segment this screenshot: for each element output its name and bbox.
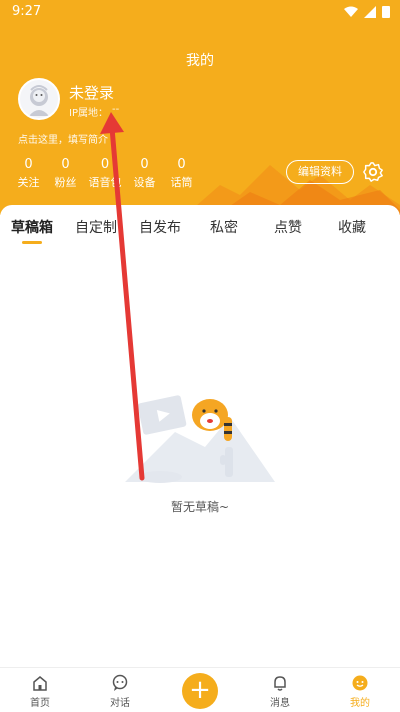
nav-label: 我的 <box>350 698 370 709</box>
empty-state-illustration <box>125 395 275 483</box>
profile-icon <box>352 675 368 691</box>
stat-value: 0 <box>177 157 186 172</box>
settings-gear-icon[interactable] <box>362 161 384 183</box>
edit-profile-button[interactable]: 编辑资料 <box>286 160 354 184</box>
tab-custom[interactable]: 自定制 <box>64 217 128 245</box>
nav-profile[interactable]: 我的 <box>320 668 400 712</box>
tab-favorites[interactable]: 收藏 <box>320 217 384 245</box>
nav-label: 消息 <box>270 698 290 709</box>
stat-value: 0 <box>24 157 33 172</box>
tab-likes[interactable]: 点赞 <box>256 217 320 245</box>
bio-prompt[interactable]: 点击这里，填写简介 <box>18 131 108 146</box>
nav-label: 对话 <box>110 698 130 709</box>
bell-icon <box>274 676 286 691</box>
signal-icon <box>364 5 376 18</box>
ip-label: IP属地： <box>69 108 108 119</box>
stat-value: 0 <box>100 157 110 172</box>
tab-label: 收藏 <box>338 220 366 236</box>
nav-messages[interactable]: 消息 <box>240 668 320 712</box>
stat-microphone[interactable]: 0 话筒 <box>163 157 200 190</box>
chat-icon <box>112 674 128 691</box>
empty-state-text: 暂无草稿~ <box>170 500 230 514</box>
battery-icon <box>382 6 390 18</box>
create-plus-button[interactable]: + <box>182 673 218 709</box>
stat-fans[interactable]: 0 粉丝 <box>47 157 84 190</box>
stat-label: 粉丝 <box>54 176 77 189</box>
tab-label: 草稿箱 <box>11 220 53 236</box>
content-card: 草稿箱 自定制 自发布 私密 点赞 收藏 暂无草稿~ <box>0 205 400 670</box>
tab-label: 私密 <box>210 220 238 236</box>
profile-header: 9:27 我的 未登录 IP属地： -- 点击这里，填写简介 0 关注 0 粉丝… <box>0 0 400 215</box>
tab-private[interactable]: 私密 <box>192 217 256 245</box>
tab-published[interactable]: 自发布 <box>128 217 192 245</box>
status-time: 9:27 <box>12 4 42 19</box>
home-icon <box>33 676 47 691</box>
nav-home[interactable]: 首页 <box>0 668 80 712</box>
stat-following[interactable]: 0 关注 <box>10 157 47 190</box>
tab-bar: 草稿箱 自定制 自发布 私密 点赞 收藏 <box>0 217 400 245</box>
ip-value: -- <box>111 104 120 115</box>
nav-label: 首页 <box>30 698 50 709</box>
username[interactable]: 未登录 <box>69 82 114 103</box>
tab-label: 点赞 <box>274 220 302 236</box>
stats-row: 0 关注 0 粉丝 0 语音包 0 设备 0 话筒 <box>10 157 200 190</box>
avatar[interactable] <box>18 78 60 120</box>
tab-label: 自定制 <box>75 220 117 236</box>
tab-drafts[interactable]: 草稿箱 <box>0 217 64 245</box>
default-avatar-icon <box>29 85 49 116</box>
ip-location: IP属地： -- <box>69 104 119 119</box>
wifi-icon <box>344 6 358 17</box>
stat-devices[interactable]: 0 设备 <box>126 157 163 190</box>
active-tab-indicator <box>22 241 42 244</box>
plus-icon: + <box>189 675 211 705</box>
stat-label: 关注 <box>17 176 40 189</box>
status-bar: 9:27 <box>0 0 400 24</box>
stat-label: 设备 <box>133 176 156 189</box>
stat-value: 0 <box>140 157 149 172</box>
stat-value: 0 <box>61 157 70 172</box>
nav-chat[interactable]: 对话 <box>80 668 160 712</box>
page-title: 我的 <box>186 53 214 69</box>
stat-label: 语音包 <box>88 176 122 189</box>
stat-voice-pack[interactable]: 0 语音包 <box>84 157 126 190</box>
status-icons <box>344 5 390 18</box>
stat-label: 话筒 <box>170 176 193 189</box>
tab-label: 自发布 <box>139 220 181 236</box>
